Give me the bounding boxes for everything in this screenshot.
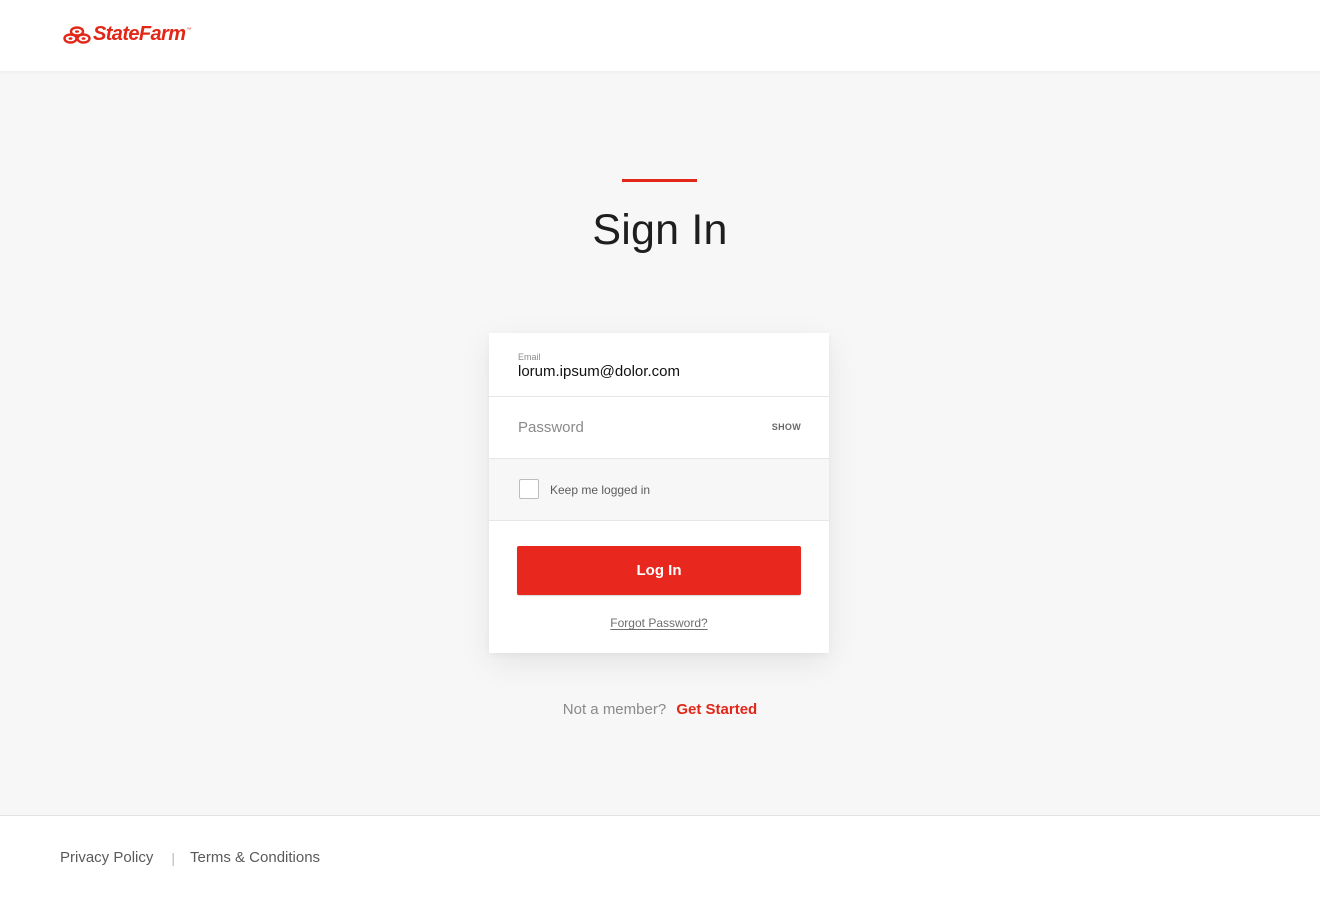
show-password-toggle[interactable]: SHOW: [772, 422, 801, 432]
site-footer: Privacy Policy | Terms & Conditions: [0, 815, 1320, 902]
terms-conditions-link[interactable]: Terms & Conditions: [190, 849, 320, 866]
remember-row: Keep me logged in: [489, 459, 829, 521]
email-input[interactable]: [518, 363, 798, 380]
footer-separator: |: [171, 849, 175, 866]
site-header: StateFarm ™: [0, 0, 1320, 72]
email-label: Email: [518, 352, 541, 362]
logo-trademark: ™: [186, 27, 192, 33]
signup-prompt: Not a member?: [562, 701, 667, 718]
keep-logged-in-checkbox[interactable]: [519, 479, 539, 499]
email-field[interactable]: Email: [489, 333, 829, 397]
signup-row: Not a member? Get Started: [0, 701, 1320, 718]
title-accent-line: [622, 179, 697, 182]
state-farm-three-ovals-icon: [63, 25, 91, 44]
password-input[interactable]: [518, 416, 748, 438]
state-farm-logo[interactable]: StateFarm ™: [63, 23, 191, 46]
footer-links: Privacy Policy | Terms & Conditions: [60, 849, 320, 866]
get-started-link[interactable]: Get Started: [676, 701, 757, 718]
sign-in-card: Email SHOW Keep me logged in Log In Forg…: [489, 333, 829, 653]
logo-wordmark: StateFarm: [93, 23, 186, 45]
log-in-button[interactable]: Log In: [517, 546, 801, 595]
password-field[interactable]: SHOW: [489, 397, 829, 459]
keep-logged-in-label[interactable]: Keep me logged in: [550, 483, 650, 497]
page-title: Sign In: [592, 206, 728, 254]
forgot-password-link[interactable]: Forgot Password?: [489, 616, 829, 630]
privacy-policy-link[interactable]: Privacy Policy: [60, 849, 153, 866]
